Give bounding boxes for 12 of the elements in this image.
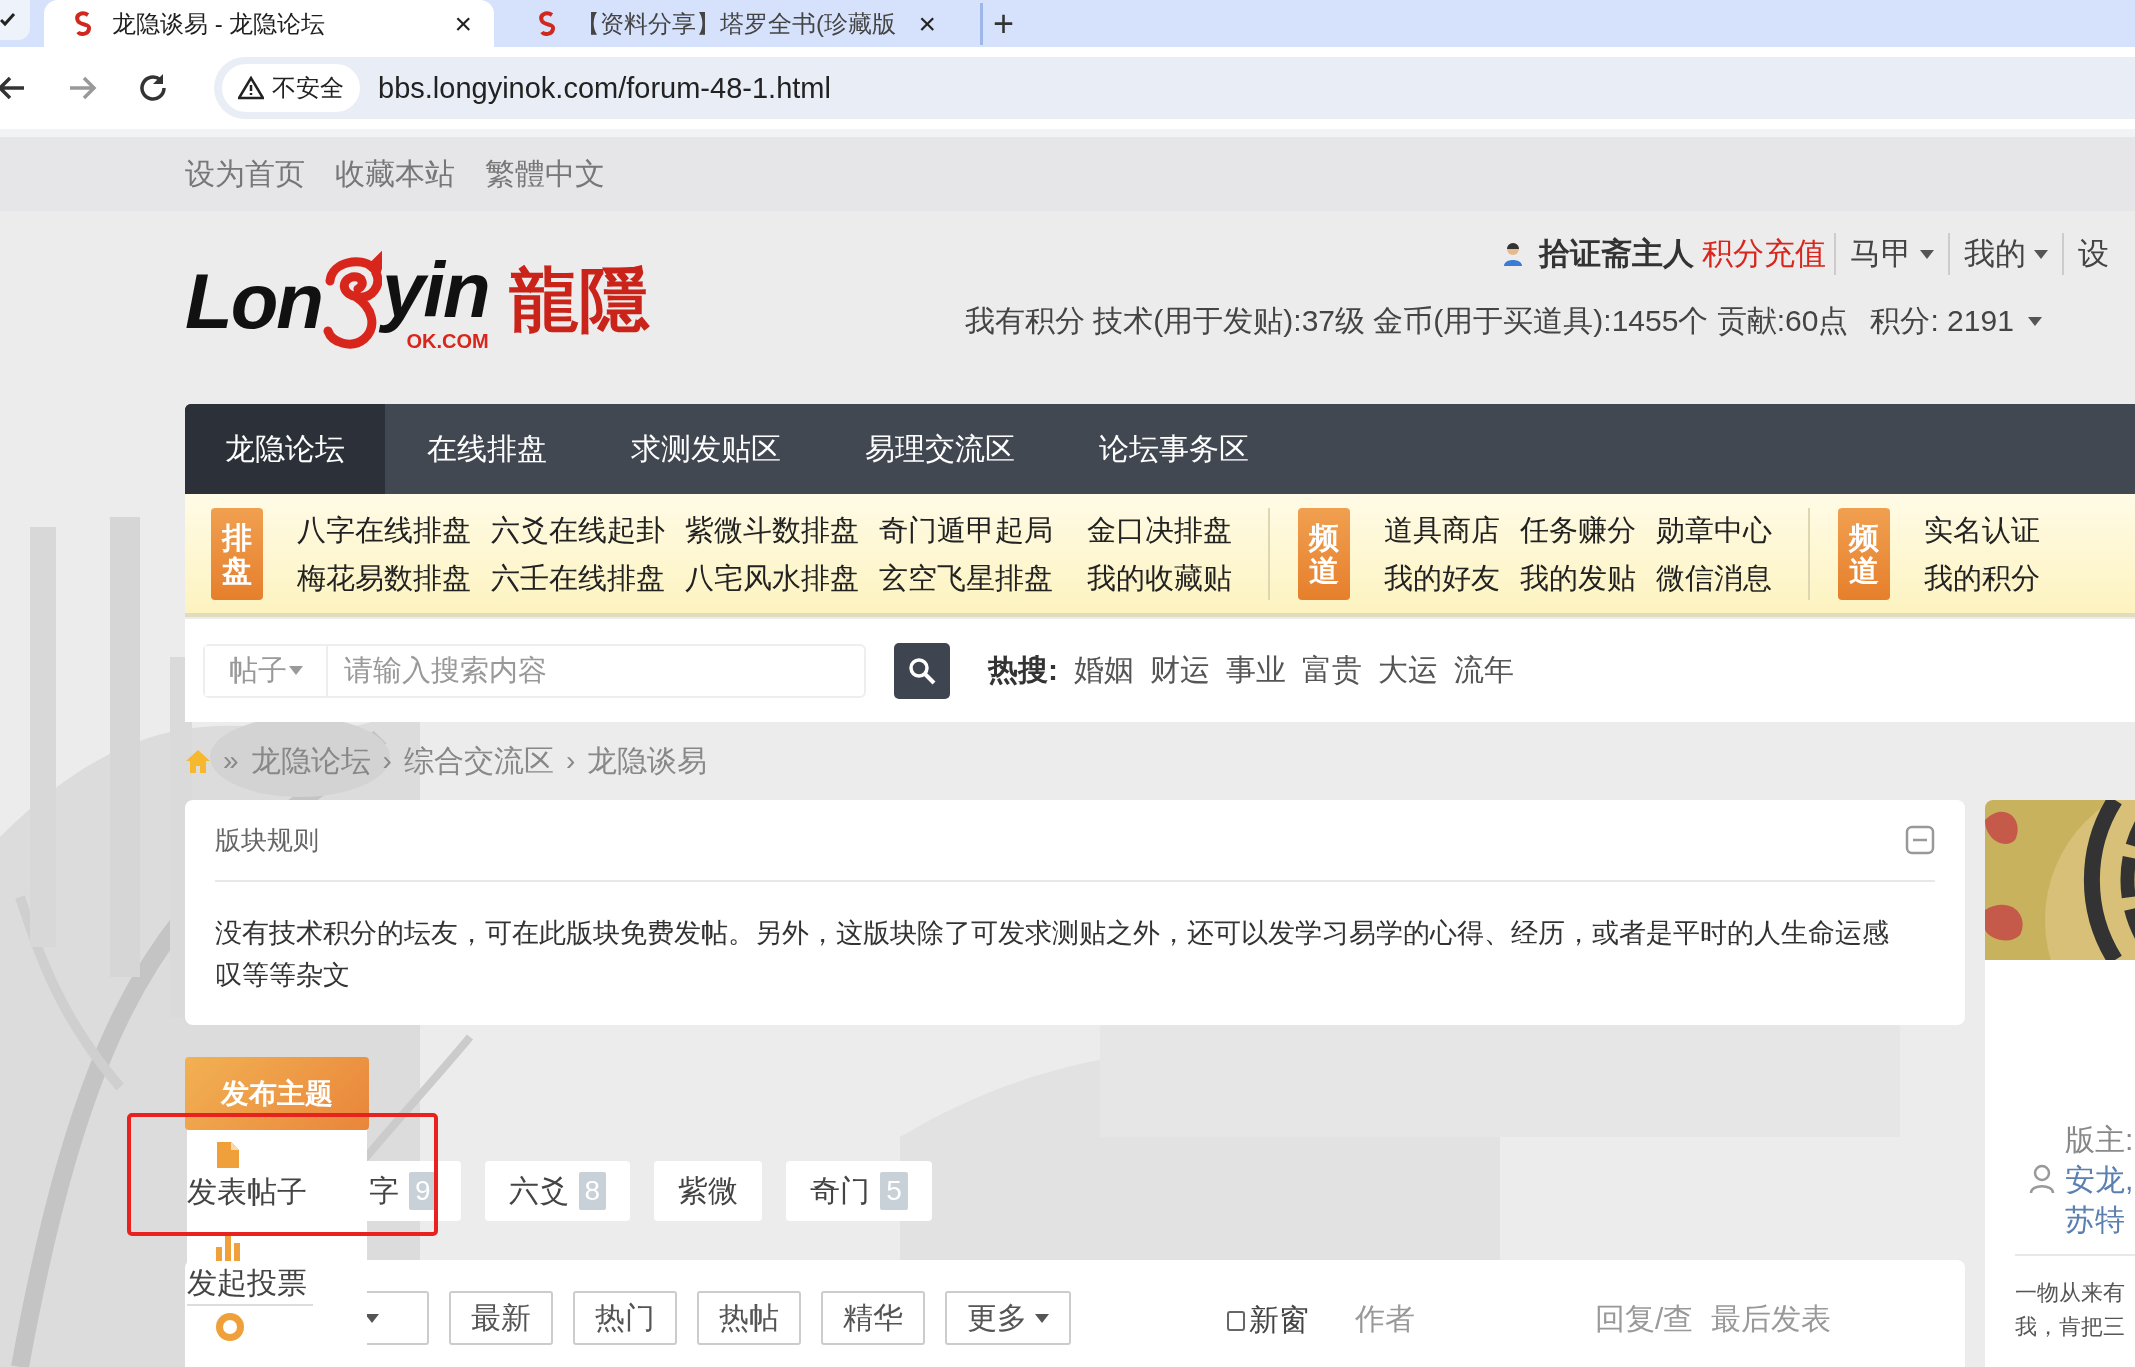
- address-bar[interactable]: 不安全 bbs.longyinok.com/forum-48-1.html: [214, 57, 2135, 119]
- close-button[interactable]: ×: [914, 6, 940, 41]
- check-icon: [0, 12, 16, 28]
- browser-tab[interactable]: 龙隐谈易 - 龙隐论坛 ×: [44, 0, 494, 47]
- url-text: bbs.longyinok.com/forum-48-1.html: [378, 71, 831, 105]
- favicon-icon: [536, 10, 558, 37]
- favicon-icon: [72, 10, 94, 37]
- security-chip[interactable]: 不安全: [222, 64, 360, 112]
- close-button[interactable]: ×: [450, 6, 476, 41]
- tab-group-chip[interactable]: [0, 0, 30, 40]
- new-tab-button[interactable]: +: [980, 2, 1025, 45]
- warning-icon: [238, 76, 264, 100]
